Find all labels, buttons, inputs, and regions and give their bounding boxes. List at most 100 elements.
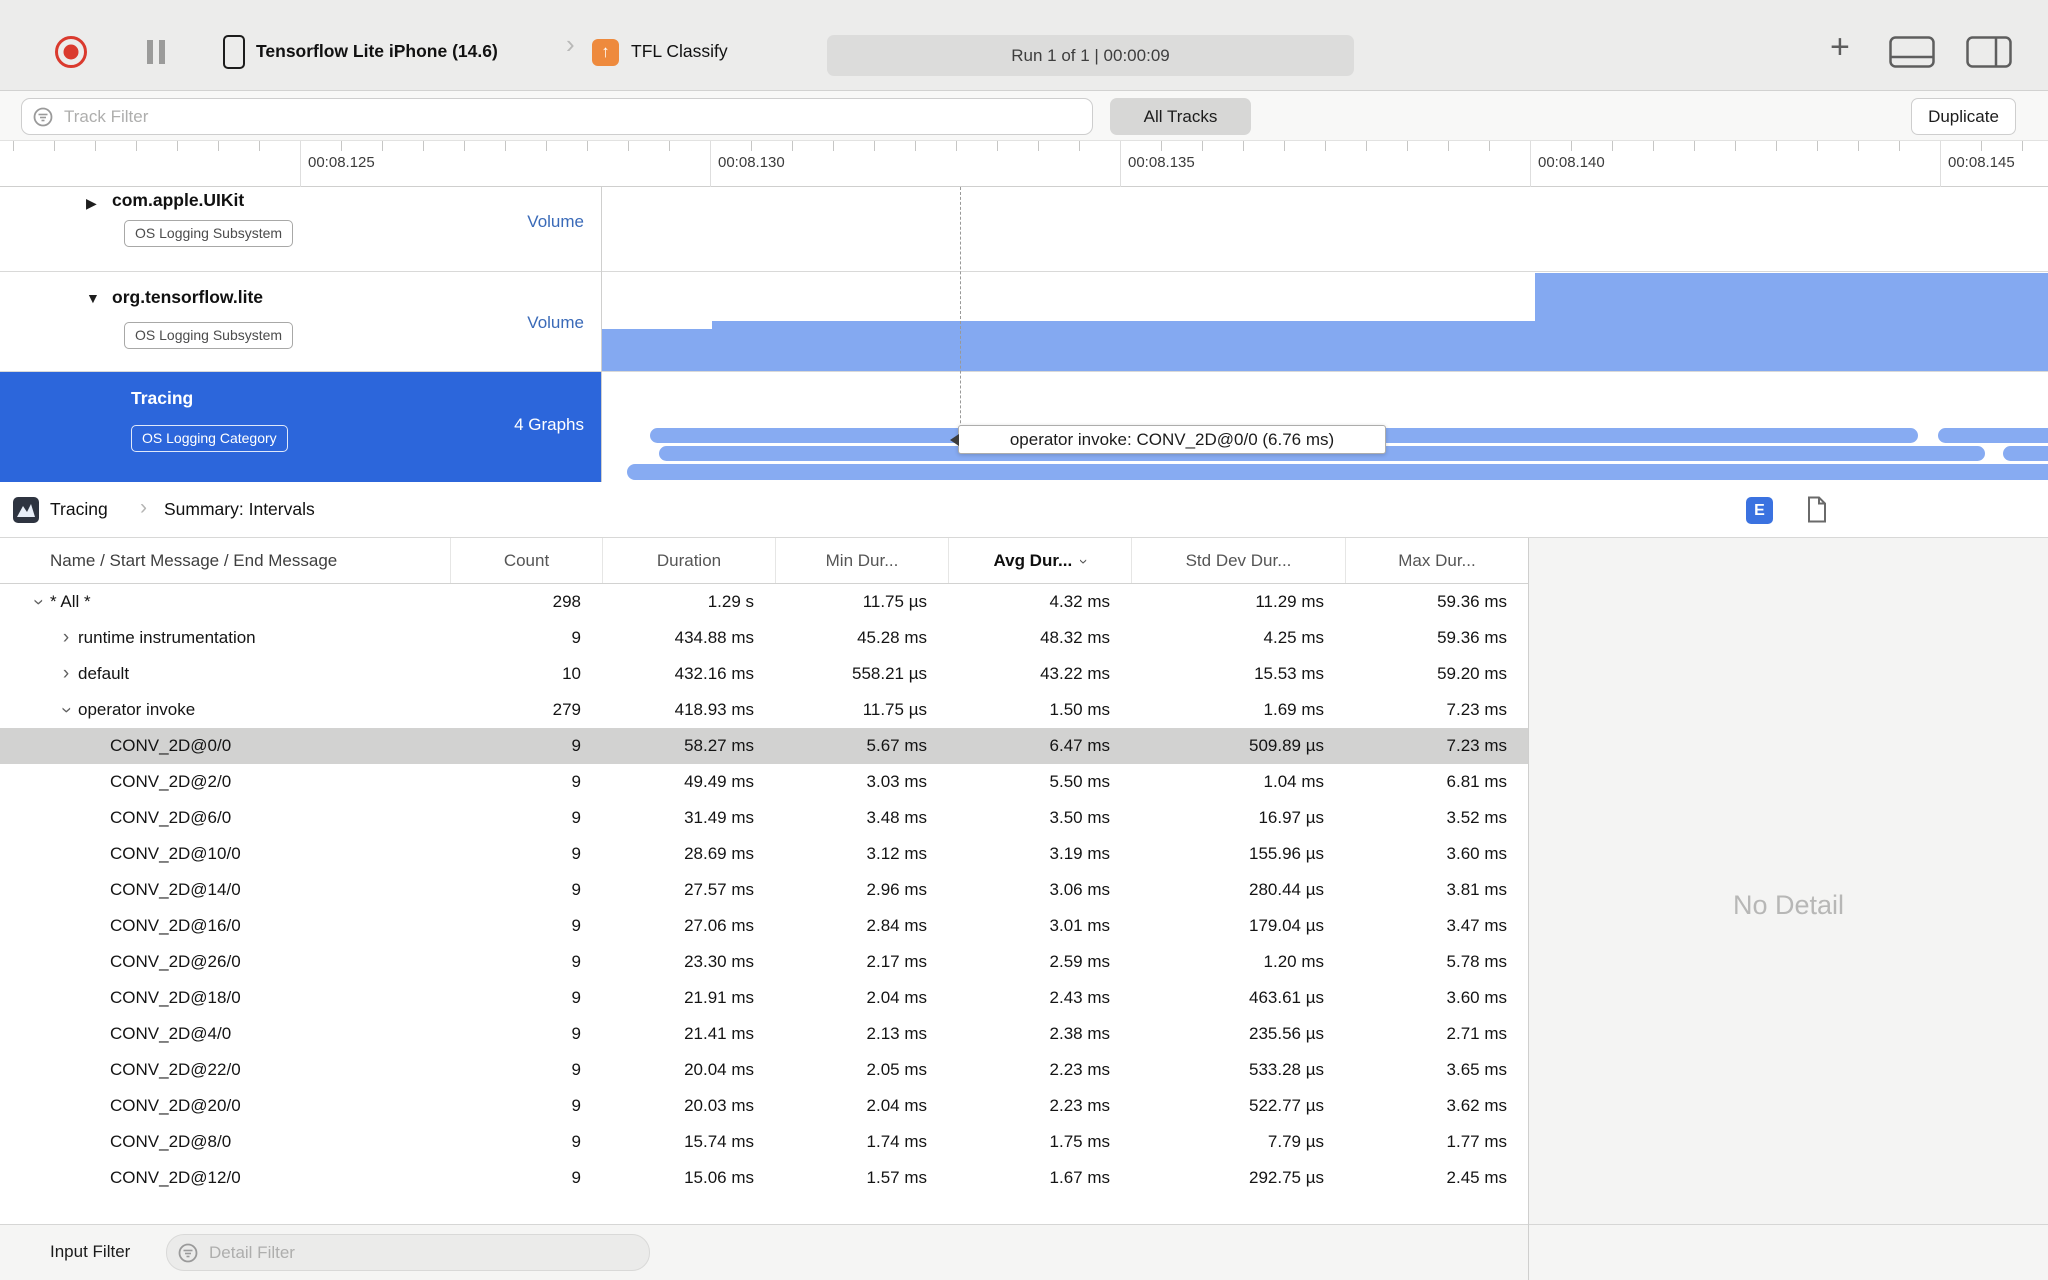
table-row[interactable]: CONV_2D@16/0 9 27.06 ms 2.84 ms 3.01 ms 179.0… — [0, 908, 1528, 944]
table-row[interactable]: CONV_2D@18/0 9 21.91 ms 2.04 ms 2.43 ms 463.6… — [0, 980, 1528, 1016]
table-row[interactable]: › runtime instrumentation 9 434.88 ms 45.28 … — [0, 620, 1528, 656]
ruler-tick — [177, 141, 178, 151]
track-badge: OS Logging Subsystem — [124, 322, 294, 349]
ruler-tick — [1284, 141, 1285, 151]
column-header-max-duration[interactable]: Max Dur... — [1345, 538, 1528, 583]
track-label[interactable]: ▶ com.apple.UIKit OS Logging Subsystem V… — [0, 187, 601, 271]
track-name: com.apple.UIKit — [112, 190, 245, 210]
ruler-label: 00:08.135 — [1128, 154, 1195, 171]
column-header-count[interactable]: Count — [450, 538, 602, 583]
row-count: 9 — [571, 1024, 581, 1043]
row-count: 9 — [571, 880, 581, 899]
track-value-label: Volume — [527, 212, 584, 231]
all-tracks-button[interactable]: All Tracks — [1110, 98, 1251, 135]
row-avg: 2.38 ms — [1049, 1024, 1110, 1043]
row-max: 3.60 ms — [1446, 988, 1507, 1007]
table-row[interactable]: CONV_2D@22/0 9 20.04 ms 2.05 ms 2.23 ms 533.2… — [0, 1052, 1528, 1088]
ruler-tick — [1038, 141, 1039, 151]
row-max: 59.36 ms — [1437, 628, 1507, 647]
row-std: 235.56 µs — [1248, 1024, 1324, 1043]
row-avg: 1.50 ms — [1049, 700, 1110, 719]
disclosure-collapsed-icon[interactable]: ▶ — [86, 195, 97, 212]
track-row-uikit[interactable]: ▶ com.apple.UIKit OS Logging Subsystem V… — [0, 187, 2048, 272]
iphone-device-icon — [223, 35, 245, 69]
track-row-tensorflow[interactable]: ▼ org.tensorflow.lite OS Logging Subsyst… — [0, 272, 2048, 372]
row-count: 9 — [571, 1132, 581, 1151]
column-header-min-duration[interactable]: Min Dur... — [775, 538, 948, 583]
playhead-line[interactable] — [960, 187, 961, 453]
ruler-label: 00:08.145 — [1948, 154, 2015, 171]
table-row[interactable]: CONV_2D@4/0 9 21.41 ms 2.13 ms 2.38 ms 235.56… — [0, 1016, 1528, 1052]
row-count: 298 — [552, 592, 581, 611]
row-name-cell: › runtime instrumentation — [0, 620, 450, 656]
row-name: CONV_2D@22/0 — [110, 1060, 241, 1079]
table-row[interactable]: ›* All * 298 1.29 s 11.75 µs 4.32 ms 11.29 ms… — [0, 584, 1528, 620]
ruler-tick — [628, 141, 629, 151]
track-label[interactable]: Tracing OS Logging Category 4 Graphs — [0, 372, 601, 482]
record-button[interactable] — [55, 36, 87, 68]
collapse-chevron-icon[interactable]: › — [20, 590, 56, 614]
track-filter-input[interactable] — [64, 99, 1074, 134]
volume-area-chart — [712, 321, 1535, 371]
add-instrument-button[interactable]: + — [1830, 28, 1850, 67]
filter-icon — [33, 107, 53, 127]
row-count: 279 — [552, 700, 581, 719]
interval-bar[interactable] — [627, 464, 2048, 480]
breadcrumb-item-summary[interactable]: Summary: Intervals — [164, 482, 315, 537]
track-badge: OS Logging Subsystem — [124, 220, 294, 247]
collapse-chevron-icon[interactable]: › — [48, 698, 84, 722]
device-name[interactable]: Tensorflow Lite iPhone (14.6) — [256, 41, 498, 62]
ruler-tick — [1325, 141, 1326, 151]
column-header-avg-duration[interactable]: Avg Dur... › — [948, 538, 1131, 583]
detail-view-toggle-button[interactable]: E — [1746, 497, 1773, 524]
expand-chevron-icon[interactable]: › — [54, 620, 78, 656]
toggle-right-pane-button[interactable] — [1966, 36, 2012, 73]
row-max: 3.47 ms — [1446, 916, 1507, 935]
timeline-ruler[interactable]: 00:08.125 00:08.130 00:08.135 00:08.140 00:0… — [0, 141, 2048, 187]
row-name: CONV_2D@20/0 — [110, 1096, 241, 1115]
row-name: CONV_2D@16/0 — [110, 916, 241, 935]
column-header-name[interactable]: Name / Start Message / End Message — [0, 538, 450, 583]
pane-divider[interactable] — [1528, 538, 1529, 1280]
row-duration: 27.06 ms — [684, 916, 754, 935]
table-row[interactable]: › default 10 432.16 ms 558.21 µs 43.22 ms 15.5… — [0, 656, 1528, 692]
table-row[interactable]: CONV_2D@26/0 9 23.30 ms 2.17 ms 2.59 ms 1.20 … — [0, 944, 1528, 980]
disclosure-expanded-icon[interactable]: ▼ — [86, 290, 100, 306]
table-row[interactable]: ›operator invoke 279 418.93 ms 11.75 µs 1.50… — [0, 692, 1528, 728]
detail-filter-field[interactable] — [166, 1234, 650, 1271]
duplicate-button[interactable]: Duplicate — [1911, 98, 2016, 135]
table-row[interactable]: CONV_2D@20/0 9 20.03 ms 2.04 ms 2.23 ms 522.7… — [0, 1088, 1528, 1124]
interval-bar[interactable] — [2003, 446, 2048, 461]
toggle-bottom-pane-button[interactable] — [1889, 36, 1935, 73]
expand-chevron-icon[interactable]: › — [54, 656, 78, 692]
row-avg: 1.75 ms — [1049, 1132, 1110, 1151]
row-avg: 1.67 ms — [1049, 1168, 1110, 1187]
row-std: 15.53 ms — [1254, 664, 1324, 683]
row-avg: 2.59 ms — [1049, 952, 1110, 971]
target-name[interactable]: TFL Classify — [631, 41, 728, 62]
row-min: 2.04 ms — [866, 988, 927, 1007]
track-label[interactable]: ▼ org.tensorflow.lite OS Logging Subsyst… — [0, 272, 601, 371]
table-header: Name / Start Message / End Message Count… — [0, 538, 1528, 584]
table-row[interactable]: CONV_2D@8/0 9 15.74 ms 1.74 ms 1.75 ms 7.79 µ… — [0, 1124, 1528, 1160]
ruler-tick — [423, 141, 424, 151]
column-header-duration[interactable]: Duration — [602, 538, 775, 583]
breadcrumb-item-tracing[interactable]: Tracing — [50, 482, 108, 537]
row-min: 2.05 ms — [866, 1060, 927, 1079]
table-row[interactable]: CONV_2D@12/0 9 15.06 ms 1.57 ms 1.67 ms 292.7… — [0, 1160, 1528, 1196]
detail-filter-input[interactable] — [209, 1235, 629, 1270]
ruler-tick — [1940, 141, 1941, 187]
breadcrumb-separator-icon: › — [140, 496, 147, 519]
table-row[interactable]: CONV_2D@0/0 9 58.27 ms 5.67 ms 6.47 ms 509.89… — [0, 728, 1528, 764]
table-row[interactable]: CONV_2D@2/0 9 49.49 ms 3.03 ms 5.50 ms 1.04 m… — [0, 764, 1528, 800]
table-row[interactable]: CONV_2D@6/0 9 31.49 ms 3.48 ms 3.50 ms 16.97 … — [0, 800, 1528, 836]
document-icon[interactable] — [1806, 496, 1828, 523]
column-header-std-dev-duration[interactable]: Std Dev Dur... — [1131, 538, 1345, 583]
pause-button[interactable] — [147, 40, 165, 64]
table-row[interactable]: CONV_2D@14/0 9 27.57 ms 2.96 ms 3.06 ms 280.4… — [0, 872, 1528, 908]
interval-bar[interactable] — [1938, 428, 2048, 443]
table-row[interactable]: CONV_2D@10/0 9 28.69 ms 3.12 ms 3.19 ms 155.9… — [0, 836, 1528, 872]
ruler-tick — [1448, 141, 1449, 151]
track-filter-field[interactable] — [21, 98, 1093, 135]
track-label-divider — [601, 187, 602, 482]
